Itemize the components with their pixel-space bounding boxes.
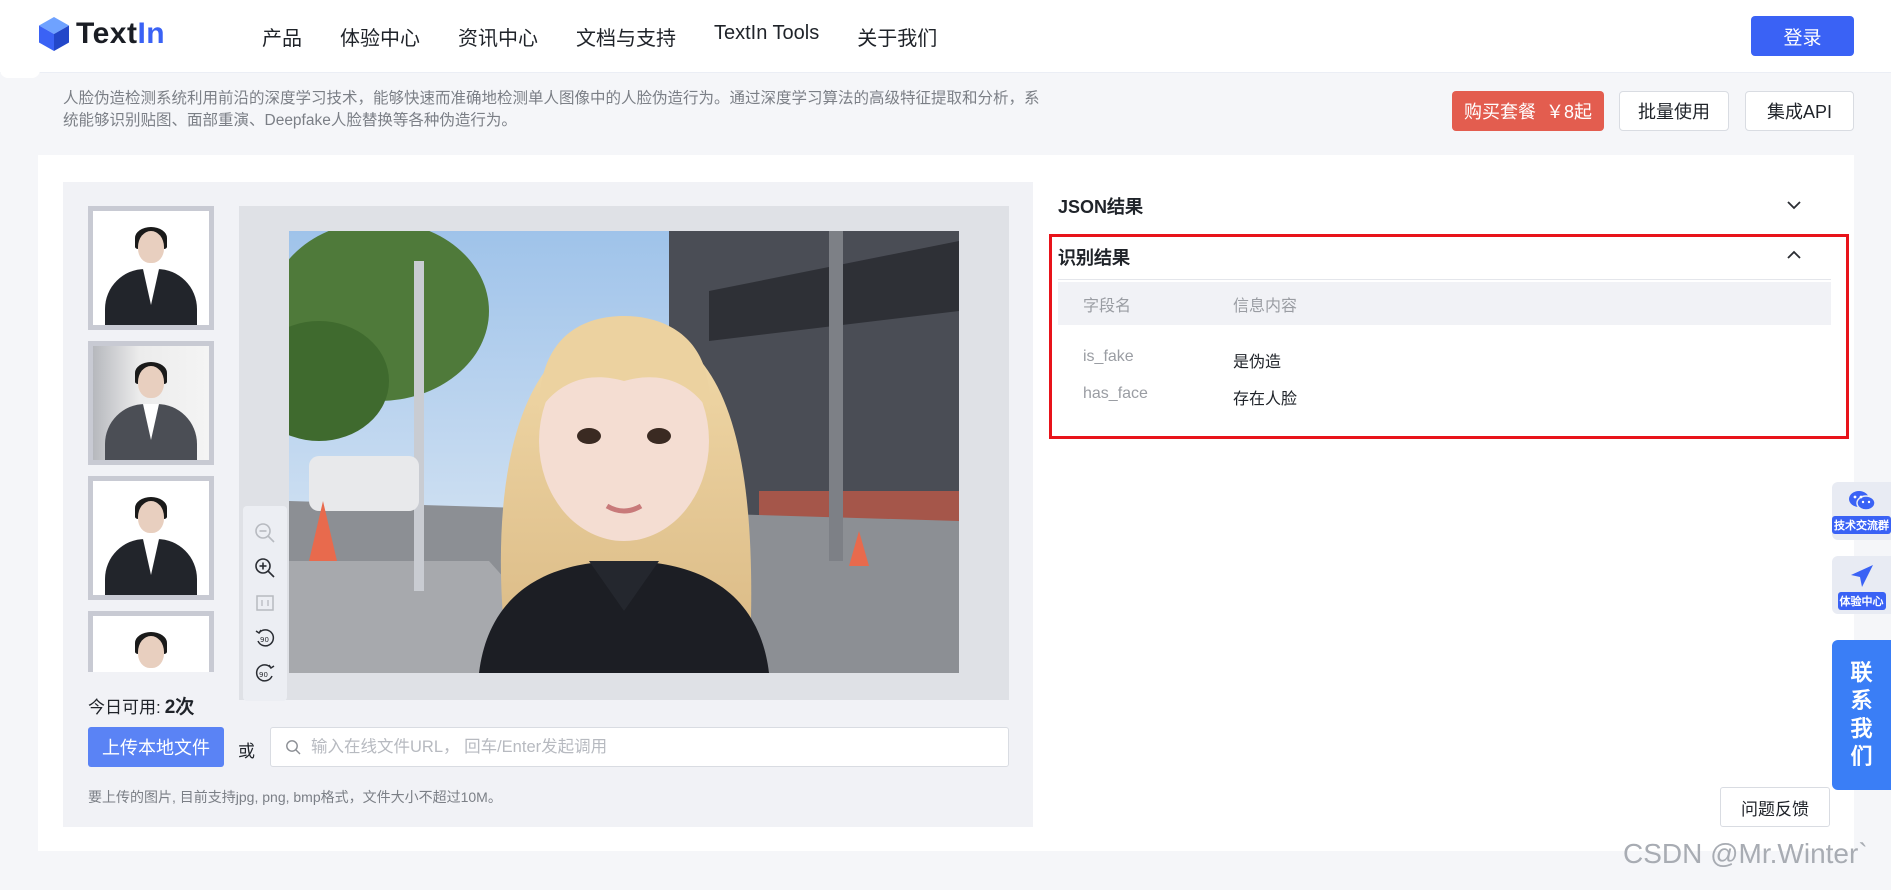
field-key: is_fake [1083, 348, 1134, 365]
portrait-image [93, 481, 209, 595]
nav-item-products[interactable]: 产品 [262, 22, 302, 51]
login-button[interactable]: 登录 [1751, 16, 1854, 56]
upload-local-file-button[interactable]: 上传本地文件 [88, 727, 224, 767]
contact-char: 我 [1850, 716, 1873, 741]
upload-hint: 要上传的图片, 目前支持jpg, png, bmp格式，文件大小不超过10M。 [88, 789, 502, 805]
sample-thumbnails[interactable] [88, 206, 214, 672]
fit-to-screen-icon[interactable] [252, 590, 278, 616]
contact-char: 系 [1850, 688, 1873, 713]
url-input-box[interactable] [270, 727, 1009, 767]
left-edge-tab [0, 70, 40, 78]
portrait-image [93, 346, 209, 460]
integrate-api-button[interactable]: 集成API [1745, 91, 1854, 131]
zoom-in-icon[interactable] [252, 555, 278, 581]
column-field-name: 字段名 [1083, 297, 1132, 315]
json-result-header[interactable]: JSON结果 [1058, 193, 1143, 219]
buy-label: 购买套餐 [1463, 102, 1536, 122]
cube-logo-icon [39, 17, 69, 51]
zoom-toolbar: 90 90 [243, 506, 287, 701]
table-row: has_face 存在人脸 [1058, 385, 1831, 409]
nav-item-about[interactable]: 关于我们 [857, 22, 937, 51]
result-divider [1058, 279, 1831, 280]
zoom-out-icon[interactable] [252, 520, 278, 546]
feedback-button[interactable]: 问题反馈 [1720, 787, 1830, 827]
nav-item-experience-center[interactable]: 体验中心 [340, 22, 420, 51]
quota-label: 今日可用: [88, 698, 161, 717]
portrait-image [93, 211, 209, 325]
field-value: 是伪造 [1233, 354, 1282, 371]
textin-logo[interactable]: TextIn [38, 16, 165, 52]
field-value: 存在人脸 [1233, 391, 1298, 408]
top-header: TextIn 产品 体验中心 资讯中心 文档与支持 TextIn Tools 关… [0, 0, 1891, 73]
contact-us-button[interactable]: 联 系 我 们 [1832, 640, 1891, 790]
image-viewer[interactable]: 90 90 [239, 206, 1009, 701]
svg-text:90: 90 [259, 671, 268, 679]
wechat-icon [1848, 491, 1876, 511]
rotate-left-icon[interactable]: 90 [252, 625, 278, 651]
preview-photo [289, 231, 959, 673]
search-icon [286, 740, 301, 755]
paper-plane-icon [1850, 565, 1873, 587]
nav-item-news[interactable]: 资讯中心 [458, 22, 538, 51]
recognition-result-header[interactable]: 识别结果 [1058, 244, 1130, 270]
experience-center-label: 体验中心 [1837, 592, 1886, 610]
tech-group-button[interactable]: 技术交流群 [1832, 482, 1891, 540]
product-description: 人脸伪造检测系统利用前沿的深度学习技术，能够快速而准确地检测单人图像中的人脸伪造… [63, 90, 1040, 129]
sample-thumbnail[interactable] [88, 206, 214, 330]
contact-char: 们 [1850, 744, 1873, 769]
sample-thumbnail[interactable] [88, 341, 214, 465]
file-url-input[interactable] [311, 737, 971, 757]
daily-quota: 今日可用: 2次 [88, 692, 194, 719]
logo-text: TextIn [76, 17, 166, 50]
batch-use-button[interactable]: 批量使用 [1619, 91, 1729, 131]
contact-char: 联 [1850, 660, 1873, 685]
chevron-down-icon[interactable] [1785, 196, 1803, 214]
main-nav: 产品 体验中心 资讯中心 文档与支持 TextIn Tools 关于我们 [262, 22, 975, 51]
sample-thumbnail[interactable] [88, 476, 214, 600]
upload-panel: 90 90 今日可用:2次 上传本地文件 或 要上传的图片, 目前支持jpg, … [63, 182, 1033, 827]
chevron-up-icon[interactable] [1785, 246, 1803, 264]
portrait-image [93, 616, 209, 672]
tech-group-label: 技术交流群 [1832, 516, 1891, 534]
table-row: is_fake 是伪造 [1058, 348, 1831, 372]
or-label: 或 [238, 742, 255, 761]
buy-price: ￥8起 [1545, 102, 1592, 122]
quota-value: 2次 [164, 697, 195, 718]
rotate-right-icon[interactable]: 90 [252, 660, 278, 686]
watermark-text: CSDN @Mr.Winter` [1623, 838, 1868, 869]
sample-thumbnail[interactable] [88, 611, 214, 672]
experience-center-button[interactable]: 体验中心 [1832, 556, 1891, 614]
column-info-content: 信息内容 [1233, 297, 1298, 315]
nav-item-docs[interactable]: 文档与支持 [576, 22, 676, 51]
buy-package-button[interactable]: 购买套餐 ￥8起 [1452, 91, 1604, 131]
svg-text:90: 90 [260, 636, 269, 644]
nav-item-tools[interactable]: TextIn Tools [714, 22, 819, 51]
field-key: has_face [1083, 385, 1148, 402]
result-table-header: 字段名 信息内容 [1058, 282, 1831, 325]
